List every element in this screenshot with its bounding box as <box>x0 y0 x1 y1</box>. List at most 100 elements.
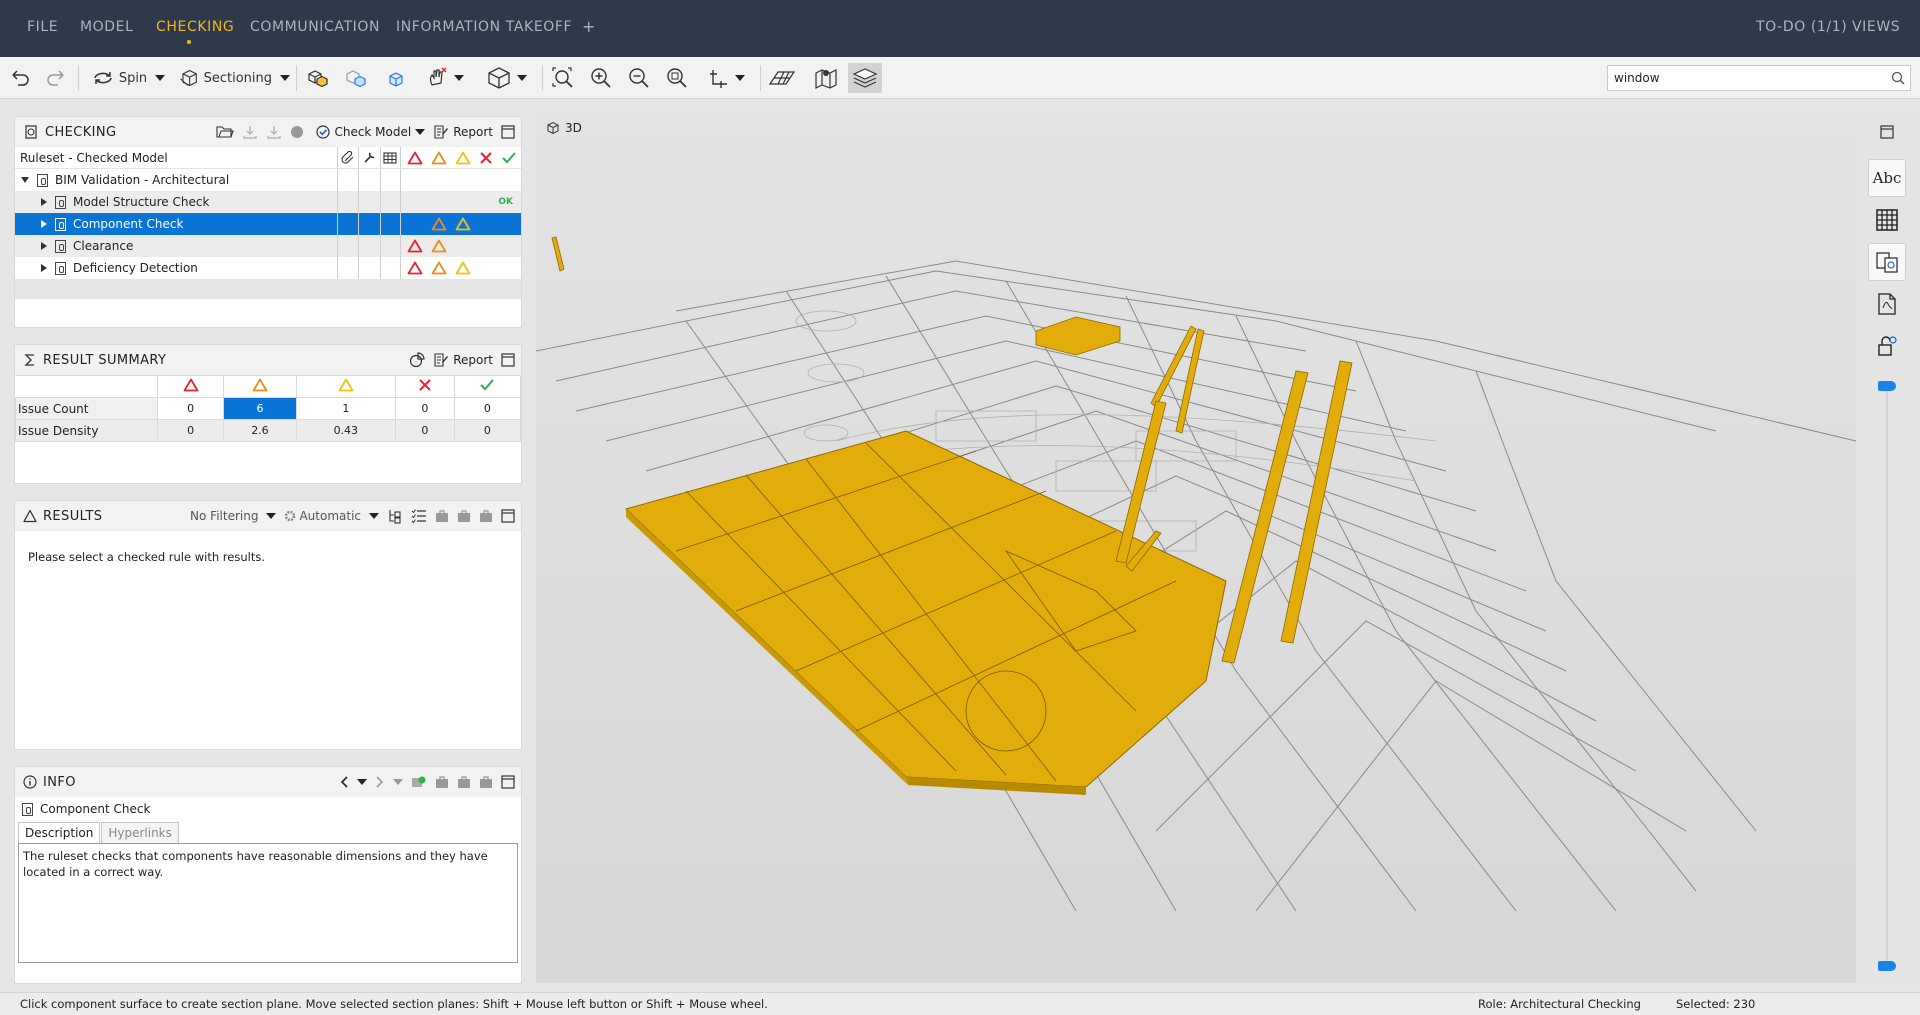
filtering-dropdown[interactable]: No Filtering <box>190 509 277 523</box>
show-all-components-button[interactable] <box>302 63 334 93</box>
info-action-button[interactable] <box>457 775 471 789</box>
tree-row-clearance[interactable]: Clearance <box>15 235 521 257</box>
expand-icon[interactable] <box>41 198 47 206</box>
summary-cell-selected[interactable]: 6 <box>223 397 297 420</box>
download-icon <box>267 126 282 139</box>
tree-row-component-check[interactable]: Component Check <box>15 213 521 235</box>
spin-dropdown[interactable]: Spin <box>88 63 168 93</box>
3d-viewport[interactable] <box>536 111 1856 983</box>
menu-views[interactable]: VIEWS <box>1852 19 1900 35</box>
menu-information-takeoff[interactable]: INFORMATION TAKEOFF <box>396 19 572 35</box>
layers-button[interactable] <box>848 63 882 93</box>
check-model-label: Check Model <box>334 125 412 139</box>
open-ruleset-button[interactable] <box>216 125 235 139</box>
maximize-panel-button[interactable] <box>501 125 515 139</box>
panel-layout-button[interactable] <box>1868 113 1906 151</box>
tree-row-model-structure-check[interactable]: Model Structure Check OK <box>15 191 521 213</box>
search-icon[interactable] <box>1886 71 1910 85</box>
maximize-panel-button[interactable] <box>501 353 515 367</box>
pdf-icon <box>1878 293 1896 315</box>
model-drawing <box>536 236 1856 912</box>
isolate-selected-button[interactable] <box>380 63 412 93</box>
menu-file[interactable]: FILE <box>27 19 58 35</box>
locate-component-button[interactable] <box>411 774 427 790</box>
grid-view-button[interactable] <box>1868 201 1906 239</box>
summary-cell[interactable]: 0 <box>395 419 455 442</box>
compare-models-button[interactable] <box>1868 243 1906 281</box>
expand-icon[interactable] <box>41 220 47 228</box>
add-tab-button[interactable]: + <box>582 17 596 36</box>
zoom-window-button[interactable] <box>662 63 692 93</box>
list-view-button[interactable] <box>411 508 427 524</box>
zoom-extents-button[interactable] <box>548 63 578 93</box>
properties-button[interactable]: Abc <box>1868 159 1906 197</box>
tab-description[interactable]: Description <box>18 822 101 843</box>
description-text[interactable]: The ruleset checks that components have … <box>18 843 518 963</box>
summary-cell[interactable]: 1 <box>295 397 397 420</box>
check-model-button[interactable]: Check Model <box>316 125 426 139</box>
tree-view-icon <box>389 510 401 524</box>
search-input[interactable] <box>1608 67 1886 89</box>
info-action-button[interactable] <box>479 775 493 789</box>
expand-icon[interactable] <box>21 177 29 183</box>
stop-check-button[interactable] <box>290 125 304 139</box>
menu-checking[interactable]: CHECKING <box>156 19 234 35</box>
ruleset-icon <box>37 173 48 187</box>
expand-icon[interactable] <box>41 242 47 250</box>
summary-cell[interactable]: 2.6 <box>223 419 297 442</box>
issue-action-button[interactable] <box>435 509 449 523</box>
floor-plan-button[interactable] <box>766 63 798 93</box>
redo-button[interactable] <box>42 63 70 93</box>
download-ruleset-button[interactable] <box>242 124 258 140</box>
zoom-extents-icon <box>552 67 573 88</box>
menu-model[interactable]: MODEL <box>80 19 134 35</box>
check-model-icon <box>316 125 331 139</box>
gear-icon <box>285 510 296 522</box>
level-slider-track[interactable] <box>1886 391 1888 971</box>
table-icon <box>383 151 397 164</box>
maximize-panel-button[interactable] <box>501 509 515 523</box>
tree-row-deficiency-detection[interactable]: Deficiency Detection <box>15 257 521 279</box>
expand-icon[interactable] <box>41 264 47 272</box>
export-ruleset-button[interactable] <box>266 124 282 140</box>
history-dropdown[interactable] <box>357 779 367 785</box>
tree-view-button[interactable] <box>387 508 403 524</box>
summary-cell[interactable]: 0 <box>453 419 522 442</box>
menu-todo[interactable]: TO-DO (1/1) <box>1756 19 1847 35</box>
tree-root-row[interactable]: BIM Validation - Architectural <box>15 169 521 191</box>
undo-button[interactable] <box>6 63 34 93</box>
sectioning-dropdown[interactable]: Sectioning <box>178 63 290 93</box>
forward-history-dropdown[interactable] <box>393 779 403 785</box>
summary-cell[interactable]: 0.43 <box>295 419 397 442</box>
critical-issue-icon <box>407 239 423 253</box>
report-button[interactable]: Report <box>433 124 493 140</box>
previous-button[interactable] <box>339 775 349 789</box>
summary-cell[interactable]: 0 <box>156 419 225 442</box>
summary-cell[interactable]: 0 <box>395 397 455 420</box>
info-action-button[interactable] <box>435 775 449 789</box>
active-tab-indicator <box>187 40 191 44</box>
view-cube-dropdown[interactable] <box>478 63 534 93</box>
measure-dropdown[interactable] <box>700 63 752 93</box>
zoom-out-button[interactable] <box>624 63 654 93</box>
menu-communication[interactable]: COMMUNICATION <box>250 19 380 35</box>
summary-cell[interactable]: 0 <box>453 397 522 420</box>
map-location-button[interactable] <box>810 63 842 93</box>
maximize-panel-button[interactable] <box>501 775 515 789</box>
level-slider-top-handle[interactable] <box>1878 381 1896 391</box>
automatic-dropdown[interactable]: Automatic <box>284 509 379 523</box>
next-button[interactable] <box>375 775 385 789</box>
issue-action-button[interactable] <box>479 509 493 523</box>
tab-hyperlinks[interactable]: Hyperlinks <box>101 822 179 843</box>
hide-dropdown[interactable] <box>418 63 470 93</box>
summary-report-button[interactable]: Report <box>433 352 493 368</box>
pdf-button[interactable] <box>1868 285 1906 323</box>
cube-icon <box>547 121 559 135</box>
issue-action-button[interactable] <box>457 509 471 523</box>
zoom-in-button[interactable] <box>586 63 616 93</box>
level-slider-bottom-handle[interactable] <box>1878 961 1896 971</box>
summary-cell[interactable]: 0 <box>156 397 225 420</box>
transparent-components-button[interactable] <box>340 63 372 93</box>
lock-button[interactable] <box>1868 327 1906 365</box>
chart-summary-button[interactable] <box>409 352 425 368</box>
